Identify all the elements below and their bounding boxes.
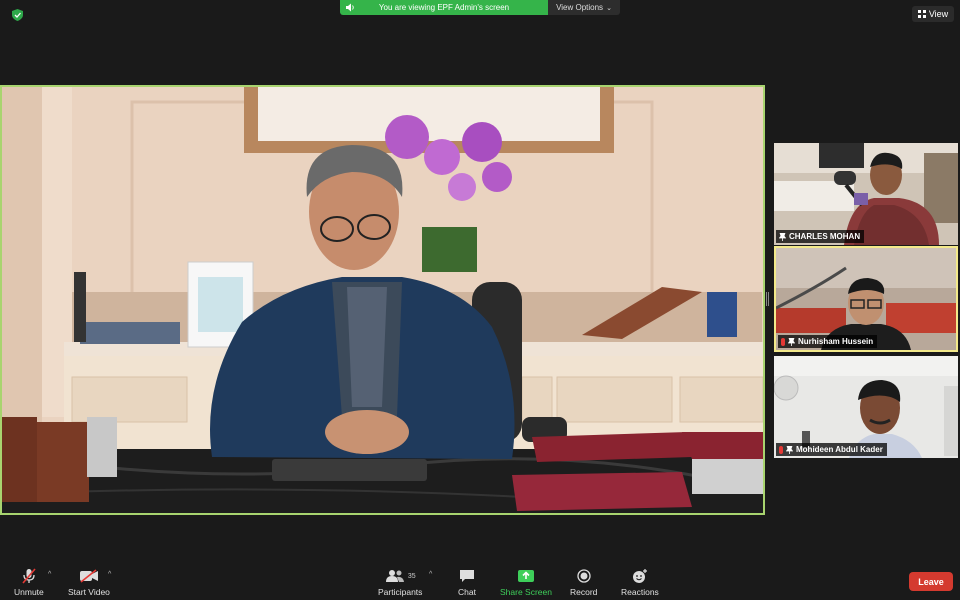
participants-button[interactable]: 35 Participants (378, 568, 422, 597)
panel-splitter-handle[interactable] (766, 292, 769, 306)
pin-icon (779, 232, 786, 241)
office-scene-image (2, 87, 763, 513)
participant-name: CHARLES MOHAN (789, 232, 861, 241)
video-options-caret-icon[interactable]: ^ (108, 571, 111, 578)
participant-name-tag: Nurhisham Hussein (778, 335, 878, 348)
participant-name-tag: CHARLES MOHAN (776, 230, 865, 243)
chat-label: Chat (458, 587, 476, 597)
pin-icon (788, 337, 795, 346)
record-icon (577, 569, 591, 583)
participants-label: Participants (378, 587, 423, 597)
muted-microphone-icon (22, 568, 36, 584)
view-label: View (928, 9, 949, 19)
participant-tile-charles-mohan[interactable]: CHARLES MOHAN (774, 143, 958, 245)
start-video-button[interactable]: Start Video (68, 568, 110, 597)
participants-caret-icon[interactable]: ^ (429, 571, 432, 578)
muted-mic-icon (779, 445, 783, 454)
start-video-label: Start Video (68, 587, 110, 597)
participant-name: Nurhisham Hussein (798, 337, 874, 346)
reactions-button[interactable]: Reactions (621, 568, 659, 597)
reactions-label: Reactions (621, 587, 659, 597)
grid-view-icon (917, 10, 926, 18)
chat-button[interactable]: Chat (458, 568, 476, 597)
audio-options-caret-icon[interactable]: ^ (48, 571, 51, 578)
speaker-icon (346, 3, 354, 12)
meeting-toolbar: Unmute ^ Start Video ^ 35 Participants ^ (0, 562, 960, 600)
pin-icon (786, 445, 793, 454)
smiley-plus-icon (632, 568, 647, 583)
participant-tile-nurhisham-hussein[interactable]: Nurhisham Hussein (774, 246, 958, 352)
participants-count: 35 (407, 572, 416, 580)
leave-label: Leave (918, 576, 944, 587)
view-options-label: View Options (556, 3, 604, 12)
participant-tile-mohideen-abdul-kader[interactable]: Mohideen Abdul Kader (774, 356, 958, 458)
top-bar: You are viewing EPF Admin's screen View … (0, 0, 960, 28)
chevron-down-icon: ⌄ (606, 4, 612, 12)
chat-bubble-icon (459, 570, 474, 582)
share-screen-icon (517, 570, 534, 582)
unmute-button[interactable]: Unmute (14, 568, 44, 597)
video-off-icon (79, 569, 98, 583)
share-screen-button[interactable]: Share Screen (500, 568, 552, 597)
leave-button[interactable]: Leave (909, 572, 953, 591)
shared-screen-video[interactable] (0, 85, 765, 515)
screen-share-banner: You are viewing EPF Admin's screen (340, 0, 548, 15)
participant-name-tag: Mohideen Abdul Kader (776, 443, 887, 456)
muted-mic-icon (781, 337, 785, 346)
record-label: Record (570, 587, 598, 597)
view-options-button[interactable]: View Options ⌄ (548, 0, 620, 15)
share-banner-text: You are viewing EPF Admin's screen (378, 3, 510, 12)
participants-icon (385, 570, 404, 582)
security-shield-icon[interactable] (12, 9, 23, 21)
share-screen-label: Share Screen (500, 587, 552, 597)
record-button[interactable]: Record (570, 568, 597, 597)
unmute-label: Unmute (14, 587, 44, 597)
participant-name: Mohideen Abdul Kader (796, 445, 883, 454)
view-button[interactable]: View (912, 6, 954, 22)
